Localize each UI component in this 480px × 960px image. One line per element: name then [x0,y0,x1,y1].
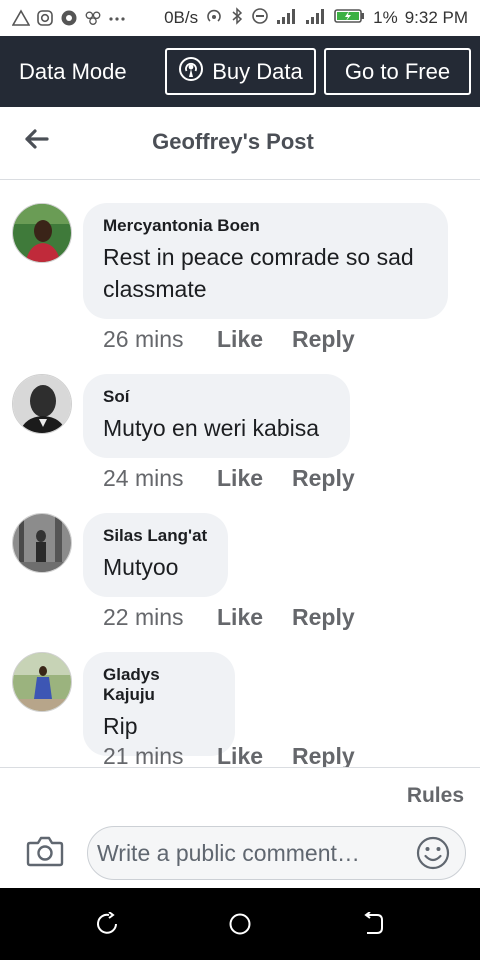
dnd-icon [251,7,269,30]
status-bar: 0B/s 1% 9:32 PM [0,0,480,36]
go-to-free-label: Go to Free [344,58,451,84]
comment-text: Rip [103,713,138,739]
like-button[interactable]: Like [217,326,292,353]
alert-icon [12,9,30,27]
avatar[interactable] [12,652,72,712]
data-mode-label: Data Mode [19,58,127,84]
comment: Mercyantonia Boen Rest in peace comrade … [0,181,480,361]
emoji-icon[interactable] [416,836,450,870]
camera-icon [26,836,64,872]
signal-icon [276,7,298,30]
reply-button[interactable]: Reply [292,465,355,492]
comment-author[interactable]: Soí [103,387,330,407]
comment-actions: 22 mins Like Reply [103,604,355,631]
comment: Silas Lang'at Mutyoo 22 mins Like Reply [0,500,480,639]
camera-button[interactable] [26,834,64,868]
go-to-free-button[interactable]: Go to Free [324,48,471,95]
comment-bubble: Mercyantonia Boen Rest in peace comrade … [83,203,448,319]
comment-time: 26 mins [103,326,184,352]
avatar[interactable] [12,513,72,573]
page-title: Geoffrey's Post [152,129,314,154]
comment-bubble: Silas Lang'at Mutyoo [83,513,228,597]
comment: Gladys Kajuju Rip 21 mins Like Reply [0,639,480,767]
comment-bubble: Gladys Kajuju Rip [83,652,235,756]
signal-4g-icon [305,7,327,30]
home-icon[interactable] [228,912,252,936]
buy-data-button[interactable]: Buy Data [165,48,316,95]
comment-input-box[interactable] [87,826,466,880]
comment-author[interactable]: Mercyantonia Boen [103,216,428,236]
comment-composer: Rules [0,767,480,888]
comment-text: Mutyo en weri kabisa [103,415,320,441]
battery-charging-icon [334,7,366,30]
comment-text: Rest in peace comrade so sad classmate [103,244,414,302]
comment-time: 22 mins [103,604,184,630]
comment-actions: 24 mins Like Reply [103,465,355,492]
system-status: 0B/s 1% 9:32 PM [164,6,468,30]
comment-actions: 21 mins Like Reply [103,743,355,767]
comment-author[interactable]: Gladys Kajuju [103,665,215,705]
broadcast-icon [178,56,204,88]
reply-button[interactable]: Reply [292,743,355,767]
post-header: Geoffrey's Post [0,107,480,180]
comment-author[interactable]: Silas Lang'at [103,526,208,546]
buy-data-label: Buy Data [212,58,303,84]
comment-bubble: Soí Mutyo en weri kabisa [83,374,350,458]
data-mode-bar: Data Mode Buy Data Go to Free [0,36,480,107]
bluetooth-icon [230,6,244,30]
instagram-icon [36,9,54,27]
rules-link[interactable]: Rules [407,784,464,808]
comment: Soí Mutyo en weri kabisa 24 mins Like Re… [0,361,480,500]
comment-input[interactable] [97,835,407,871]
comment-time: 21 mins [103,743,184,767]
hotspot-icon [205,7,223,30]
comment-actions: 26 mins Like Reply [103,326,355,353]
comment-list: Mercyantonia Boen Rest in peace comrade … [0,181,480,767]
battery-percent: 1% [373,8,398,27]
reply-button[interactable]: Reply [292,604,355,631]
network-speed: 0B/s [164,8,199,27]
more-notifications-icon [108,9,126,27]
chrome-icon [60,9,78,27]
like-button[interactable]: Like [217,604,292,631]
recent-apps-icon[interactable] [95,911,119,936]
avatar[interactable] [12,203,72,263]
comment-time: 24 mins [103,465,184,491]
like-button[interactable]: Like [217,743,292,767]
like-button[interactable]: Like [217,465,292,492]
system-navigation-bar [0,888,480,960]
app-icon [84,9,102,27]
clock: 9:32 PM [404,8,468,27]
notification-icons [12,9,126,27]
reply-button[interactable]: Reply [292,326,355,353]
comment-text: Mutyoo [103,554,179,580]
back-nav-icon[interactable] [361,911,385,936]
avatar[interactable] [12,374,72,434]
